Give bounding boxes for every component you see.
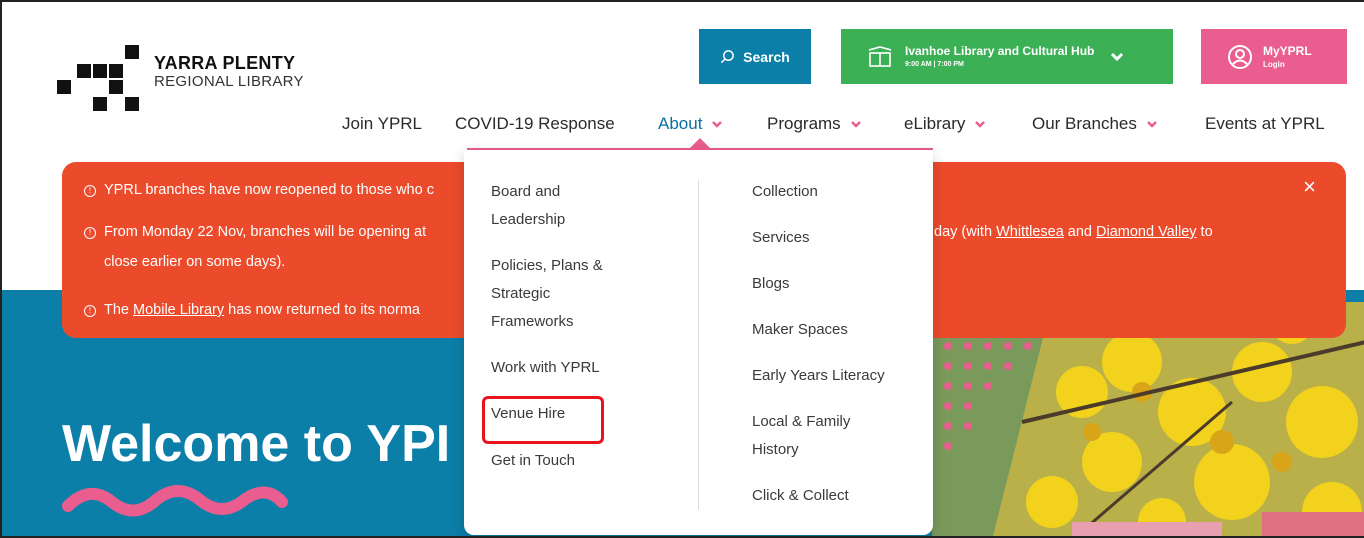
nav-join-yprl[interactable]: Join YPRL — [342, 114, 422, 134]
chevron-down-icon — [850, 121, 861, 128]
chevron-down-icon — [1111, 52, 1124, 61]
menu-item-work-with-yprl[interactable]: Work with YPRL — [491, 354, 600, 382]
mobile-library-link[interactable]: Mobile Library — [133, 302, 224, 318]
branch-selector[interactable]: Ivanhoe Library and Cultural Hub 9:00 AM… — [841, 29, 1173, 84]
nav-our-branches[interactable]: Our Branches — [1032, 114, 1157, 134]
close-icon[interactable]: × — [1303, 174, 1316, 200]
book-icon — [868, 45, 892, 67]
menu-item-get-in-touch[interactable]: Get in Touch — [491, 447, 575, 475]
hero-title: Welcome to YPI — [62, 415, 451, 473]
nav-events-at-yprl[interactable]: Events at YPRL — [1205, 114, 1325, 134]
alert-line-1: ! YPRL branches have now reopened to thos… — [84, 182, 434, 198]
user-icon — [1228, 44, 1252, 69]
dropdown-divider — [698, 180, 699, 510]
menu-item-board-and-leadership[interactable]: Board and Leadership — [491, 178, 565, 234]
menu-item-click-and-collect[interactable]: Click & Collect — [752, 482, 849, 510]
search-icon — [721, 50, 735, 64]
search-button[interactable]: Search — [699, 29, 811, 84]
alert-line-3: ! The Mobile Library has now returned to … — [84, 302, 420, 318]
nav-elibrary[interactable]: eLibrary — [904, 114, 986, 134]
nav-covid-19-response[interactable]: COVID-19 Response — [455, 114, 615, 134]
nav-programs[interactable]: Programs — [767, 114, 861, 134]
chevron-down-icon — [712, 121, 723, 128]
menu-item-services[interactable]: Services — [752, 224, 810, 252]
branch-name: Ivanhoe Library and Cultural Hub — [905, 44, 1095, 59]
chevron-down-icon — [975, 121, 986, 128]
diamond-valley-link[interactable]: Diamond Valley — [1096, 224, 1196, 240]
info-icon: ! — [84, 185, 96, 197]
venue-hire-highlight-box — [482, 396, 604, 444]
logo-subtitle: REGIONAL LIBRARY — [154, 73, 304, 90]
nav-active-indicator — [690, 138, 710, 148]
alert-line-2: ! From Monday 22 Nov, branches will be op… — [84, 224, 426, 240]
my-yprl-label: MyYPRL — [1263, 44, 1312, 58]
site-logo[interactable]: YARRA PLENTY REGIONAL LIBRARY — [57, 44, 317, 134]
menu-item-blogs[interactable]: Blogs — [752, 270, 790, 298]
alert-line-2-wrap: close earlier on some days). — [104, 254, 286, 270]
menu-item-maker-spaces[interactable]: Maker Spaces — [752, 316, 848, 344]
menu-item-collection[interactable]: Collection — [752, 178, 818, 206]
chevron-down-icon — [1147, 121, 1157, 128]
logo-title: YARRA PLENTY — [154, 53, 296, 73]
search-label: Search — [743, 48, 790, 65]
my-yprl-login-button[interactable]: MyYPRL Login — [1201, 29, 1347, 84]
info-icon: ! — [84, 227, 96, 239]
about-dropdown-menu: Board and Leadership Policies, Plans & S… — [464, 150, 933, 535]
whittlesea-link[interactable]: Whittlesea — [996, 224, 1064, 240]
alert-line-2-cont: day (with Whittlesea and Diamond Valley … — [934, 224, 1213, 240]
menu-item-local-family-history[interactable]: Local & Family History — [752, 408, 850, 464]
menu-item-early-years-literacy[interactable]: Early Years Literacy — [752, 362, 885, 390]
branch-hours: 9:00 AM | 7:00 PM — [905, 60, 964, 68]
decorative-squiggle — [62, 485, 288, 517]
page: YARRA PLENTY REGIONAL LIBRARY Search Iva… — [0, 0, 1364, 538]
menu-item-policies-plans-frameworks[interactable]: Policies, Plans & Strategic Frameworks — [491, 252, 603, 336]
info-icon: ! — [84, 305, 96, 317]
login-label: Login — [1263, 60, 1285, 69]
nav-about[interactable]: About — [658, 114, 723, 134]
